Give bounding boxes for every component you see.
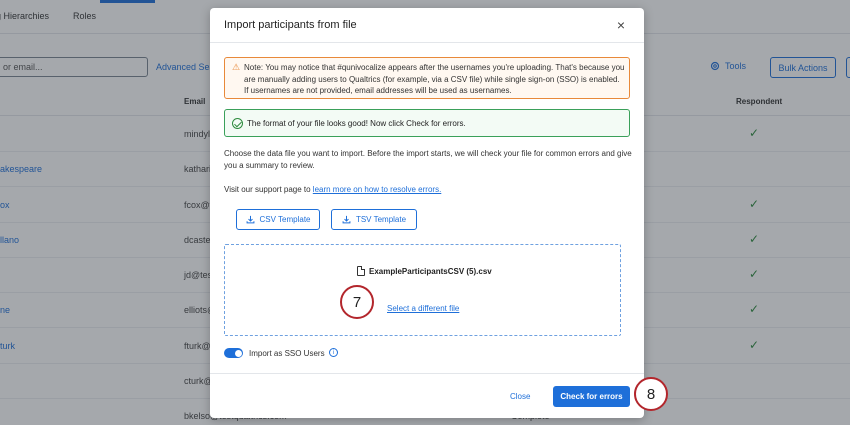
sso-warning-alert: ⚠ Note: You may notice that #qunivocaliz… bbox=[224, 57, 630, 99]
download-icon bbox=[342, 215, 351, 224]
selected-file: ExampleParticipantsCSV (5).csv bbox=[357, 266, 492, 276]
file-dropzone[interactable]: ExampleParticipantsCSV (5).csv Select a … bbox=[224, 244, 621, 336]
step-marker-8: 8 bbox=[634, 377, 668, 411]
csv-template-button[interactable]: CSV Template bbox=[236, 209, 320, 230]
sso-toggle-label: Import as SSO Users bbox=[249, 349, 325, 358]
tsv-template-label: TSV Template bbox=[355, 215, 407, 224]
file-icon bbox=[357, 266, 365, 276]
step-marker-7: 7 bbox=[340, 285, 374, 319]
check-for-errors-button[interactable]: Check for errors bbox=[553, 386, 630, 407]
support-prefix: Visit our support page to bbox=[224, 185, 313, 194]
warning-text: Note: You may notice that #qunivocalize … bbox=[244, 63, 625, 95]
warning-icon: ⚠ bbox=[232, 62, 241, 72]
file-name: ExampleParticipantsCSV (5).csv bbox=[369, 266, 492, 276]
sso-toggle[interactable] bbox=[224, 348, 243, 358]
csv-template-label: CSV Template bbox=[259, 215, 311, 224]
modal-header: Import participants from file × bbox=[210, 8, 644, 43]
download-icon bbox=[246, 215, 254, 224]
import-description: Choose the data file you want to import.… bbox=[224, 149, 632, 170]
modal-title: Import participants from file bbox=[224, 19, 357, 31]
support-line: Visit our support page to learn more on … bbox=[224, 185, 441, 194]
close-icon[interactable]: × bbox=[612, 16, 630, 34]
close-button[interactable]: Close bbox=[510, 392, 530, 401]
format-success-alert: The format of your file looks good! Now … bbox=[224, 109, 630, 137]
check-circle-icon bbox=[232, 118, 243, 129]
info-icon[interactable]: i bbox=[329, 348, 338, 357]
modal-footer: Close Check for errors bbox=[210, 373, 644, 418]
tsv-template-button[interactable]: TSV Template bbox=[331, 209, 417, 230]
success-text: The format of your file looks good! Now … bbox=[247, 119, 466, 128]
select-different-file-link[interactable]: Select a different file bbox=[387, 304, 459, 313]
import-participants-modal: Import participants from file × ⚠ Note: … bbox=[210, 8, 644, 418]
support-link[interactable]: learn more on how to resolve errors. bbox=[313, 185, 442, 194]
